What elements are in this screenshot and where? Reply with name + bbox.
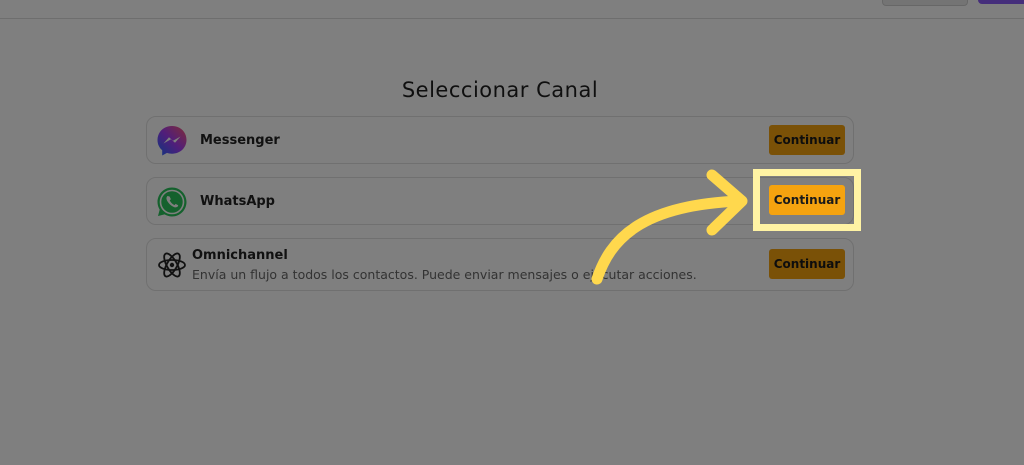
pointer-arrow-icon bbox=[591, 169, 748, 285]
